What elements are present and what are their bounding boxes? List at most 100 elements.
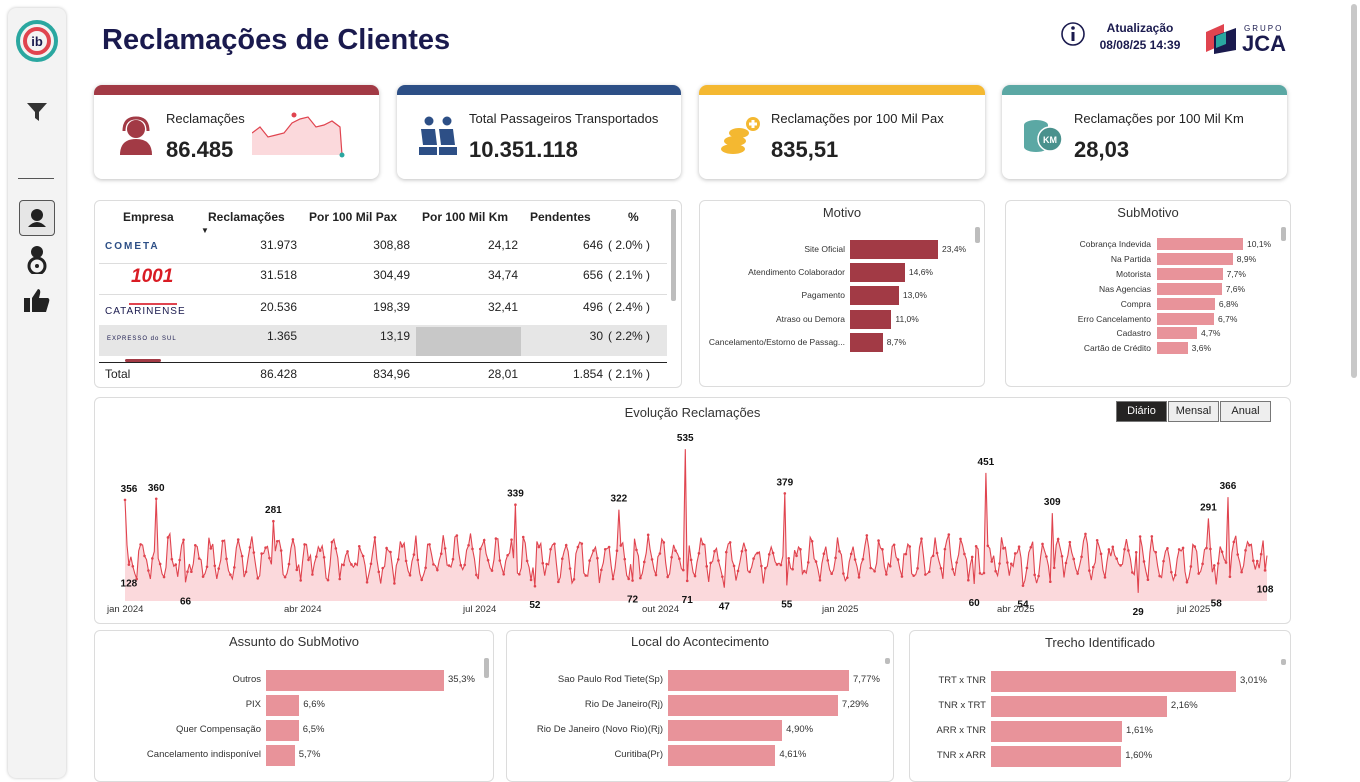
- data-point[interactable]: [186, 570, 189, 574]
- bar[interactable]: [668, 695, 838, 716]
- data-point[interactable]: [974, 544, 978, 548]
- data-point[interactable]: [806, 561, 810, 564]
- data-point[interactable]: [865, 534, 869, 537]
- bar[interactable]: [1157, 282, 1222, 295]
- data-point[interactable]: [256, 577, 260, 580]
- data-point[interactable]: [709, 561, 712, 565]
- data-point[interactable]: [600, 568, 603, 572]
- bar[interactable]: [850, 240, 938, 259]
- data-point[interactable]: [1123, 547, 1126, 551]
- data-point[interactable]: [783, 492, 787, 495]
- data-point[interactable]: [1205, 546, 1208, 550]
- data-point[interactable]: [455, 534, 459, 537]
- data-point[interactable]: [888, 564, 892, 568]
- data-point[interactable]: [568, 567, 572, 570]
- data-point[interactable]: [970, 555, 974, 559]
- data-point[interactable]: [365, 580, 369, 584]
- data-point[interactable]: [416, 558, 420, 562]
- data-point[interactable]: [322, 555, 326, 559]
- data-point[interactable]: [967, 578, 970, 582]
- data-point[interactable]: [564, 543, 568, 547]
- data-point[interactable]: [315, 555, 318, 558]
- data-point[interactable]: [732, 564, 736, 568]
- data-point[interactable]: [748, 570, 751, 574]
- data-point[interactable]: [588, 559, 591, 562]
- data-point[interactable]: [217, 567, 221, 570]
- data-point[interactable]: [635, 548, 638, 552]
- data-point[interactable]: [478, 547, 482, 551]
- data-point[interactable]: [803, 569, 806, 573]
- data-point[interactable]: [252, 551, 256, 554]
- data-point[interactable]: [154, 497, 158, 501]
- data-point[interactable]: [1049, 580, 1052, 584]
- data-point[interactable]: [443, 547, 447, 550]
- data-point[interactable]: [1068, 540, 1072, 544]
- data-point[interactable]: [209, 547, 213, 550]
- page-scrollbar[interactable]: [1351, 4, 1357, 378]
- data-point[interactable]: [845, 576, 849, 579]
- data-point[interactable]: [1033, 573, 1036, 577]
- data-point[interactable]: [482, 538, 486, 542]
- data-point[interactable]: [1263, 569, 1267, 572]
- column-header-empresa[interactable]: Empresa: [123, 210, 174, 224]
- data-point[interactable]: [268, 556, 271, 560]
- data-point[interactable]: [396, 558, 400, 561]
- data-point[interactable]: [693, 574, 697, 578]
- data-point[interactable]: [463, 563, 466, 567]
- data-point[interactable]: [916, 567, 919, 570]
- data-point[interactable]: [791, 567, 794, 571]
- bar[interactable]: [266, 695, 300, 716]
- data-point[interactable]: [717, 559, 720, 562]
- data-point[interactable]: [1146, 578, 1150, 581]
- data-point[interactable]: [1138, 535, 1142, 538]
- bar[interactable]: [1157, 238, 1243, 250]
- data-point[interactable]: [346, 550, 349, 553]
- table-scrollbar[interactable]: [671, 209, 676, 301]
- data-point[interactable]: [834, 556, 837, 560]
- data-point[interactable]: [498, 559, 502, 562]
- data-point[interactable]: [1158, 574, 1161, 578]
- bar[interactable]: [850, 309, 892, 329]
- assunto-scrollbar[interactable]: [484, 658, 489, 678]
- data-point[interactable]: [299, 579, 302, 582]
- data-point[interactable]: [1248, 543, 1251, 547]
- data-point[interactable]: [1166, 546, 1169, 550]
- data-point[interactable]: [1201, 562, 1204, 566]
- data-point[interactable]: [131, 565, 135, 568]
- data-point[interactable]: [1181, 546, 1185, 550]
- data-point[interactable]: [236, 538, 240, 541]
- data-point[interactable]: [998, 562, 1001, 565]
- data-point[interactable]: [221, 539, 224, 543]
- data-point[interactable]: [354, 562, 357, 566]
- data-point[interactable]: [721, 575, 724, 578]
- data-point[interactable]: [303, 543, 306, 546]
- data-point[interactable]: [541, 561, 545, 565]
- data-point[interactable]: [904, 552, 908, 556]
- data-point[interactable]: [525, 559, 529, 563]
- bar[interactable]: [266, 720, 299, 741]
- data-point[interactable]: [646, 533, 650, 537]
- data-point[interactable]: [510, 538, 513, 541]
- data-point[interactable]: [1232, 540, 1236, 544]
- data-point[interactable]: [178, 558, 181, 562]
- data-point[interactable]: [475, 573, 478, 577]
- data-point[interactable]: [170, 557, 174, 561]
- driver-icon[interactable]: [22, 244, 52, 274]
- data-point[interactable]: [158, 562, 162, 566]
- data-point[interactable]: [724, 550, 728, 554]
- data-point[interactable]: [951, 567, 955, 571]
- data-point[interactable]: [1131, 571, 1134, 574]
- data-point[interactable]: [1162, 559, 1165, 563]
- thumbs-up-icon[interactable]: [22, 286, 52, 316]
- info-icon[interactable]: [1060, 21, 1086, 47]
- column-header-por-km[interactable]: Por 100 Mil Km: [422, 210, 508, 224]
- data-point[interactable]: [1193, 545, 1197, 548]
- data-point[interactable]: [927, 570, 931, 574]
- data-point[interactable]: [330, 540, 334, 544]
- data-point[interactable]: [982, 571, 986, 575]
- data-point[interactable]: [935, 551, 939, 555]
- data-point[interactable]: [939, 567, 943, 570]
- data-point[interactable]: [404, 559, 408, 563]
- data-point[interactable]: [147, 569, 150, 572]
- data-point[interactable]: [885, 573, 888, 576]
